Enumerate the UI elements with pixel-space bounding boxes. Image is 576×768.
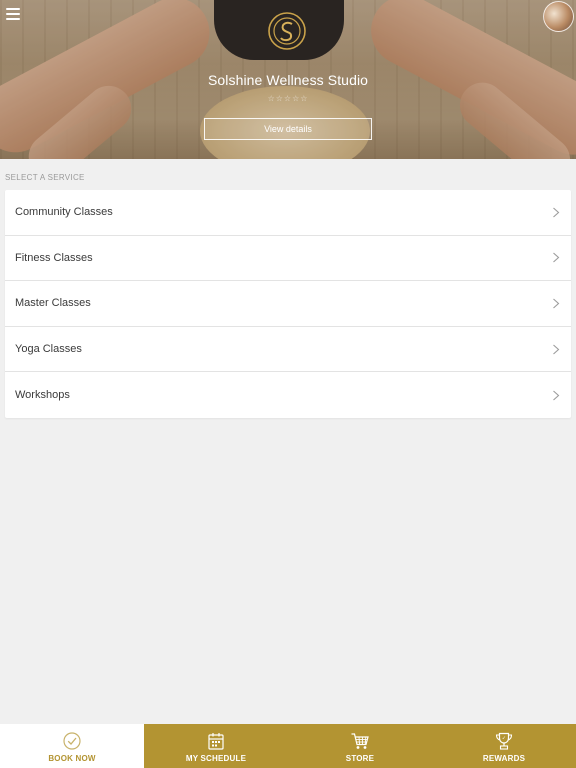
chevron-right-icon (553, 207, 560, 218)
chevron-right-icon (553, 252, 560, 263)
service-item-fitness-classes[interactable]: Fitness Classes (5, 236, 571, 282)
check-circle-icon (63, 732, 81, 750)
service-item-label: Community Classes (15, 206, 113, 219)
service-item-workshops[interactable]: Workshops (5, 372, 571, 418)
nav-label: MY SCHEDULE (185, 754, 247, 763)
svg-text:✓: ✓ (502, 736, 506, 742)
nav-label: STORE (345, 754, 375, 763)
nav-rewards[interactable]: ✓ REWARDS (432, 724, 576, 768)
view-details-button[interactable]: View details (204, 118, 372, 140)
nav-book-now[interactable]: BOOK NOW (0, 724, 144, 768)
service-item-community-classes[interactable]: Community Classes (5, 190, 571, 236)
service-item-label: Workshops (15, 389, 70, 402)
service-item-master-classes[interactable]: Master Classes (5, 281, 571, 327)
trophy-icon: ✓ (495, 732, 513, 750)
nav-label: REWARDS (482, 754, 526, 763)
rating-stars: ☆☆☆☆☆ (267, 94, 309, 103)
nav-my-schedule[interactable]: MY SCHEDULE (144, 724, 288, 768)
service-list: Community Classes Fitness Classes Master… (5, 190, 571, 418)
chevron-right-icon (553, 298, 560, 309)
service-item-label: Fitness Classes (15, 251, 93, 264)
bottom-nav: BOOK NOW MY SCHEDULE STORE ✓ REWARDS (0, 724, 576, 768)
service-item-label: Master Classes (15, 297, 91, 310)
nav-store[interactable]: STORE (288, 724, 432, 768)
cart-icon (351, 733, 369, 749)
studio-name: Solshine Wellness Studio (207, 72, 369, 88)
calendar-icon (208, 733, 224, 750)
studio-logo-icon (268, 12, 306, 50)
nav-label: BOOK NOW (48, 754, 96, 763)
chevron-right-icon (553, 390, 560, 401)
hero-banner: Solshine Wellness Studio ☆☆☆☆☆ View deta… (0, 0, 576, 159)
section-label: SELECT A SERVICE (5, 173, 85, 182)
chevron-right-icon (553, 344, 560, 354)
service-item-yoga-classes[interactable]: Yoga Classes (5, 327, 571, 373)
hamburger-menu-icon[interactable] (6, 7, 20, 21)
service-item-label: Yoga Classes (15, 343, 82, 356)
avatar[interactable] (543, 1, 574, 32)
